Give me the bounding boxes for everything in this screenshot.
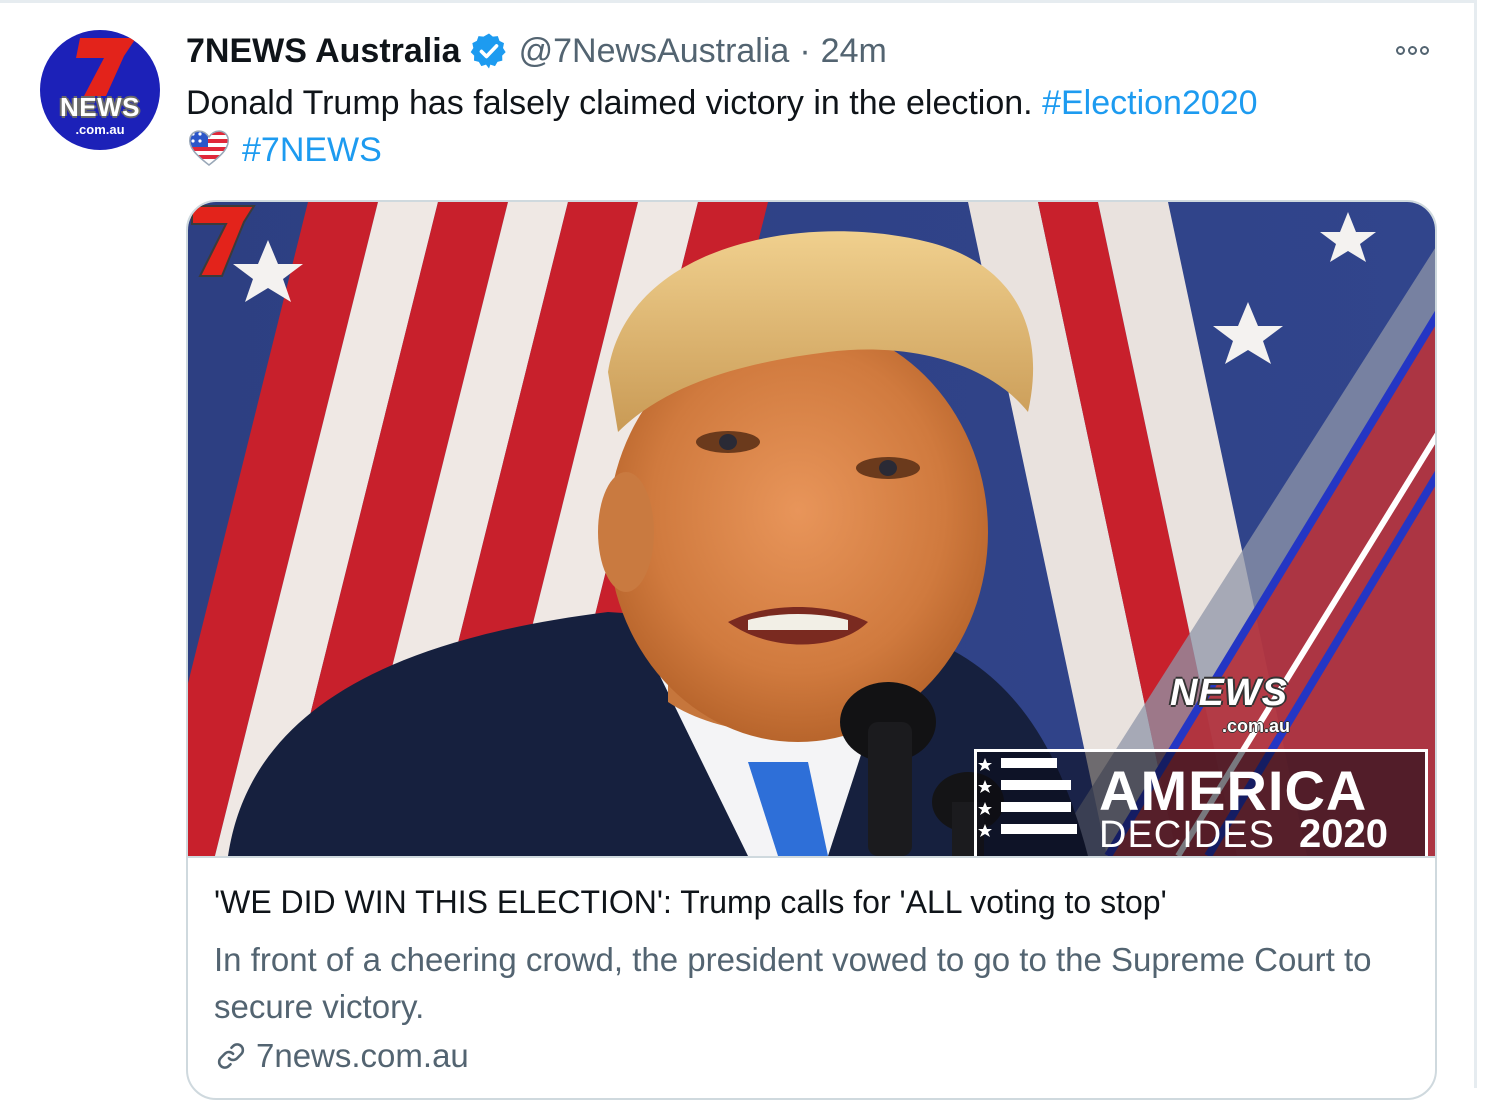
- overlay-logo-domain: .com.au: [1222, 716, 1291, 736]
- card-image[interactable]: NEWS .com.au AMERICA DECIDES 2020: [188, 202, 1435, 858]
- tweet-body: Donald Trump has falsely claimed victory…: [186, 84, 1033, 122]
- us-flag-heart-emoji: [188, 130, 230, 166]
- tweet-timestamp[interactable]: 24m: [821, 32, 887, 71]
- right-border: [1474, 0, 1477, 1088]
- author-avatar[interactable]: NEWS .com.au: [40, 30, 160, 150]
- verified-badge-icon: [470, 33, 506, 69]
- card-link[interactable]: 7news.com.au: [214, 1037, 469, 1075]
- more-options-icon[interactable]: [1396, 40, 1436, 60]
- overlay-logo-text: NEWS: [1170, 672, 1288, 714]
- card-title[interactable]: 'WE DID WIN THIS ELECTION': Trump calls …: [214, 884, 1167, 921]
- more-dot: [1396, 45, 1405, 55]
- separator-dot: ·: [799, 31, 811, 70]
- flag-stripes-icon: [978, 758, 1077, 837]
- tweet-text: Donald Trump has falsely claimed victory…: [186, 80, 1406, 174]
- tweet-header: 7NEWS Australia @7NewsAustralia · 24m: [186, 28, 887, 74]
- author-handle[interactable]: @7NewsAustralia: [519, 32, 790, 71]
- more-dot: [1420, 45, 1429, 55]
- author-name[interactable]: 7NEWS Australia: [186, 32, 461, 71]
- card-description: In front of a cheering crowd, the presid…: [214, 941, 1372, 1025]
- overlay-news-logo: NEWS .com.au: [1170, 672, 1330, 752]
- seven-logo-icon: [191, 205, 256, 277]
- top-border: [0, 0, 1476, 3]
- link-card[interactable]: NEWS .com.au AMERICA DECIDES 2020 'WE DI…: [186, 200, 1437, 1100]
- avatar-logo-domain: .com.au: [75, 122, 125, 137]
- banner-decides: DECIDES: [1099, 814, 1275, 856]
- avatar-logo-text: NEWS: [60, 92, 140, 122]
- america-decides-banner: AMERICA DECIDES 2020: [974, 749, 1428, 856]
- hashtag-7news[interactable]: #7NEWS: [242, 131, 382, 169]
- banner-year: 2020: [1299, 812, 1388, 856]
- link-icon: [217, 1043, 245, 1069]
- more-dot: [1408, 45, 1417, 55]
- card-domain: 7news.com.au: [256, 1037, 469, 1074]
- hashtag-election2020[interactable]: #Election2020: [1042, 84, 1258, 122]
